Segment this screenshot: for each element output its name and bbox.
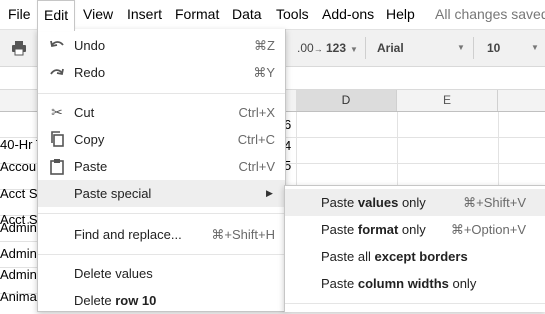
redo-icon [47,59,67,86]
arrow-right-icon: → [313,44,323,54]
menu-item-delete-values[interactable]: Delete values [38,260,285,287]
undo-icon [47,32,67,59]
menu-addons[interactable]: Add-ons [322,0,374,29]
scissors-icon: ✂ [51,104,63,120]
menu-item-paste-except-borders[interactable]: Paste all except borders [285,243,545,270]
chevron-down-icon: ▼ [531,43,539,52]
menu-format[interactable]: Format [175,0,219,29]
menu-edit[interactable]: Edit [37,0,76,31]
column-header-d[interactable]: D [296,90,397,111]
menu-view[interactable]: View [83,0,113,29]
cell-a[interactable]: Admin [0,215,40,241]
menu-item-redo[interactable]: Redo ⌘Y [38,59,285,86]
font-label: Arial [377,41,404,55]
edit-menu: Undo ⌘Z Redo ⌘Y ✂ Cut Ctrl+X Copy Ctrl+C… [37,29,286,312]
menu-item-undo[interactable]: Undo ⌘Z [38,32,285,59]
menu-item-paste[interactable]: Paste Ctrl+V [38,153,285,180]
number-format-label: 123 [326,41,347,55]
menu-item-paste-values-only[interactable]: Paste values only ⌘+Shift+V [285,189,545,216]
print-icon[interactable] [11,40,27,56]
chevron-down-icon: ▼ [457,43,465,52]
number-format-dropdown[interactable]: 123 ▼ [326,30,358,66]
cell-a[interactable]: Acct Sp [0,181,40,207]
column-header-f[interactable] [498,90,545,111]
menu-item-cut[interactable]: ✂ Cut Ctrl+X [38,99,285,126]
cell-a[interactable]: Animal [0,284,40,310]
submenu-arrow-icon: ▶ [266,188,273,198]
font-size-dropdown[interactable]: 10 ▼ [487,30,539,66]
menu-item-find-replace[interactable]: Find and replace... ⌘+Shift+H [38,221,285,248]
menu-separator [38,213,285,214]
chevron-down-icon: ▼ [350,45,358,54]
menu-item-copy[interactable]: Copy Ctrl+C [38,126,285,153]
menu-separator [38,93,285,94]
cell-a[interactable]: Accou [0,154,40,180]
menu-data[interactable]: Data [232,0,262,29]
clipboard-icon [47,153,67,180]
menu-help[interactable]: Help [386,0,415,29]
save-status: All changes saved [435,6,545,22]
toolbar-divider [365,37,366,59]
menu-file[interactable]: File [8,0,31,29]
menu-item-delete-row[interactable]: Delete row 10 [38,287,285,314]
copy-icon [47,126,67,153]
menu-item-paste-column-widths[interactable]: Paste column widths only [285,270,545,297]
menu-tools[interactable]: Tools [276,0,309,29]
menu-insert[interactable]: Insert [127,0,162,29]
font-size-label: 10 [487,41,501,55]
menu-separator [38,254,285,255]
menu-separator [285,303,545,304]
menu-bar: File Edit View Insert Format Data Tools … [0,0,545,31]
menu-item-paste-special[interactable]: Paste special ▶ [38,180,285,207]
decimal-label: .00 [297,41,314,55]
toolbar-divider [473,37,474,59]
decimal-increase-button[interactable]: .00→ [297,30,323,66]
font-dropdown[interactable]: Arial ▼ [377,30,465,66]
paste-special-submenu: Paste values only ⌘+Shift+V Paste format… [284,185,545,312]
menu-item-paste-format-only[interactable]: Paste format only ⌘+Option+V [285,216,545,243]
column-header-e[interactable]: E [397,90,498,111]
